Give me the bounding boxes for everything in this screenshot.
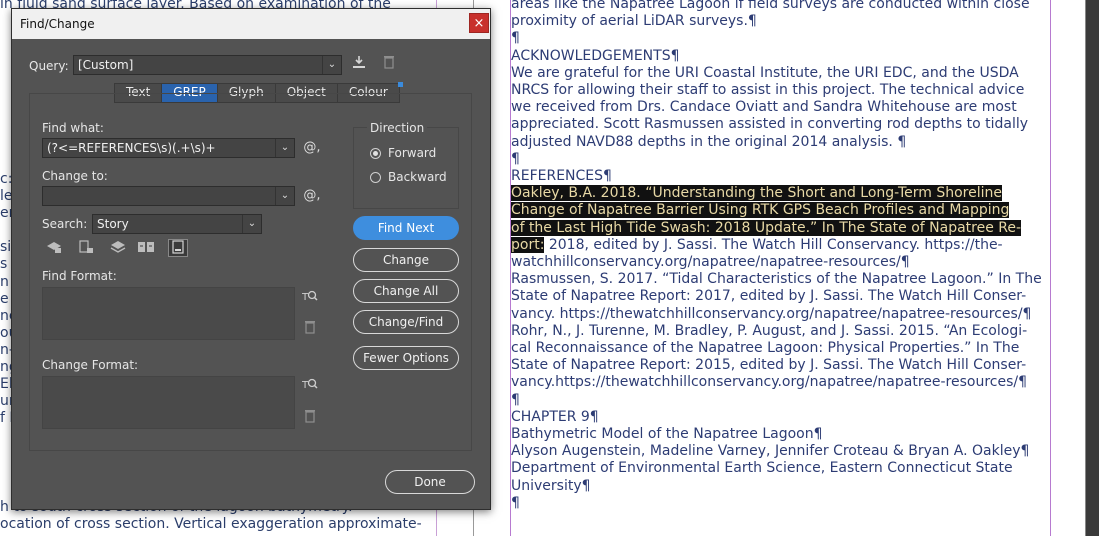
forward-radio[interactable] bbox=[370, 148, 381, 159]
chevron-down-icon: ⌄ bbox=[322, 56, 341, 74]
query-dropdown[interactable]: [Custom] ⌄ bbox=[73, 55, 342, 75]
include-locked-layers-icon[interactable] bbox=[44, 240, 64, 258]
delete-query-icon[interactable] bbox=[379, 55, 399, 75]
text-line: ¶ bbox=[511, 391, 520, 408]
text-line: University¶ bbox=[511, 477, 591, 494]
chevron-down-icon: ⌄ bbox=[242, 215, 261, 233]
save-query-icon[interactable] bbox=[349, 55, 369, 75]
text-line: ¶ bbox=[511, 494, 520, 511]
find-what-input[interactable]: (?<=REFERENCES\s)(.+\s)+ ⌄ bbox=[42, 138, 295, 158]
specify-format-icon[interactable]: T bbox=[300, 288, 320, 308]
query-label: Query: bbox=[29, 59, 69, 73]
text-run: 2018, edited by J. Sassi. The Watch Hill… bbox=[544, 236, 1003, 253]
selected-text[interactable]: Oakley, B.A. 2018. “Understanding the Sh… bbox=[511, 185, 1002, 202]
text-line: NRCS for allowing their staff to assist … bbox=[511, 82, 1025, 99]
backward-radio[interactable] bbox=[370, 172, 381, 183]
close-icon: × bbox=[473, 16, 485, 31]
pasteboard-dark-strip bbox=[1086, 0, 1099, 536]
text-line: vancy.https://thewatchhillconservancy.or… bbox=[511, 374, 1028, 391]
text-line: we received from Drs. Candace Oviatt and… bbox=[511, 99, 1017, 116]
include-master-pages-icon[interactable] bbox=[136, 240, 156, 258]
search-scope-value: Story bbox=[97, 217, 129, 231]
direction-group bbox=[353, 127, 459, 209]
chevron-down-icon: ⌄ bbox=[275, 139, 294, 157]
text-line: Bathymetric Model of the Napatree Lagoon… bbox=[511, 426, 823, 443]
include-footnotes-icon[interactable] bbox=[168, 239, 188, 257]
text-line: cal Reconnaissance of the Napatree Lagoo… bbox=[511, 340, 1020, 357]
at-symbol: @, bbox=[303, 140, 321, 155]
done-button[interactable]: Done bbox=[385, 470, 475, 494]
query-value: [Custom] bbox=[78, 58, 134, 72]
left-page-line: si bbox=[0, 239, 12, 255]
chevron-down-icon: ⌄ bbox=[275, 187, 294, 205]
selected-text[interactable]: port: bbox=[511, 236, 545, 253]
find-what-value: (?<=REFERENCES\s)(.+\s)+ bbox=[47, 141, 216, 155]
find-change-dialog: Find/Change × Query: [Custom] ⌄ Text GRE… bbox=[11, 8, 491, 510]
left-page-line: ocation of cross section. Vertical exagg… bbox=[0, 516, 422, 532]
fewer-options-button[interactable]: Fewer Options bbox=[353, 346, 459, 370]
text-line: Alyson Augenstein, Madeline Varney, Jenn… bbox=[511, 443, 1030, 460]
text-line: of the Last High Tide Swash: 2018 Update… bbox=[511, 219, 1051, 237]
change-button[interactable]: Change bbox=[353, 248, 459, 272]
text-line: We are grateful for the URI Coastal Inst… bbox=[511, 64, 1019, 81]
search-label: Search: bbox=[42, 217, 88, 231]
search-scope-dropdown[interactable]: Story ⌄ bbox=[92, 214, 262, 234]
include-hidden-layers-icon[interactable] bbox=[108, 240, 128, 258]
text-line: ¶ bbox=[511, 150, 520, 167]
backward-label: Backward bbox=[388, 170, 447, 184]
text-line: Department of Environmental Earth Scienc… bbox=[511, 460, 1013, 477]
change-all-button[interactable]: Change All bbox=[353, 279, 459, 303]
text-line: proximity of aerial LiDAR surveys.¶ bbox=[511, 13, 757, 30]
text-line: adjusted NAVD88 depths in the original 2… bbox=[511, 133, 907, 150]
change-format-label: Change Format: bbox=[42, 358, 139, 372]
right-document-page: areas like the Napatree Lagoon if field … bbox=[474, 0, 1086, 536]
tab-indicator bbox=[397, 82, 403, 87]
selected-text[interactable]: Change of Napatree Barrier Using RTK GPS… bbox=[511, 202, 1010, 219]
change-to-label: Change to: bbox=[42, 169, 108, 183]
text-line: port: 2018, edited by J. Sassi. The Watc… bbox=[511, 236, 1051, 254]
svg-text:T: T bbox=[302, 292, 309, 303]
text-line: watchhillconservancy.org/napatree/napatr… bbox=[511, 254, 910, 271]
text-line: State of Napatree Report: 2017, edited b… bbox=[511, 288, 1027, 305]
text-line: vancy. https://thewatchhillconservancy.o… bbox=[511, 305, 1032, 322]
find-what-label: Find what: bbox=[42, 121, 104, 135]
clear-format-icon[interactable] bbox=[300, 320, 320, 340]
text-line: Change of Napatree Barrier Using RTK GPS… bbox=[511, 202, 1051, 219]
text-line: Rohr, N., J. Turenne, M. Bradley, P. Aug… bbox=[511, 322, 1028, 339]
selected-text[interactable]: of the Last High Tide Swash: 2018 Update… bbox=[511, 219, 1022, 236]
clear-format-icon[interactable] bbox=[300, 409, 320, 429]
dialog-title: Find/Change bbox=[20, 17, 95, 31]
direction-label: Direction bbox=[367, 121, 428, 135]
close-button[interactable]: × bbox=[469, 13, 489, 33]
include-locked-stories-icon[interactable] bbox=[76, 240, 96, 258]
story-text[interactable]: areas like the Napatree Lagoon if field … bbox=[511, 0, 1051, 512]
text-line: ACKNOWLEDGEMENTS¶ bbox=[511, 47, 680, 64]
text-line: REFERENCES¶ bbox=[511, 168, 612, 185]
text-line: appreciated. Scott Rasmussen assisted in… bbox=[511, 116, 1029, 133]
specify-format-icon[interactable]: T bbox=[300, 376, 320, 396]
change-to-input[interactable]: ⌄ bbox=[42, 186, 295, 206]
text-line: ¶ bbox=[511, 30, 520, 47]
text-line: Rasmussen, S. 2017. “Tidal Characteristi… bbox=[511, 271, 1042, 288]
forward-label: Forward bbox=[388, 146, 437, 160]
at-symbol: @, bbox=[303, 188, 321, 203]
special-characters-icon[interactable]: @, bbox=[302, 186, 322, 206]
text-line: areas like the Napatree Lagoon if field … bbox=[511, 0, 1030, 12]
svg-text:T: T bbox=[302, 380, 309, 391]
left-page-line: s bbox=[0, 256, 8, 272]
find-next-button[interactable]: Find Next bbox=[353, 216, 459, 240]
find-format-label: Find Format: bbox=[42, 269, 117, 283]
text-line: CHAPTER 9¶ bbox=[511, 408, 599, 425]
text-line: Oakley, B.A. 2018. “Understanding the Sh… bbox=[511, 185, 1051, 202]
text-line: State of Napatree Report: 2015, edited b… bbox=[511, 357, 1027, 374]
change-format-box[interactable] bbox=[42, 376, 295, 429]
left-page-line: n bbox=[0, 274, 9, 290]
find-format-box[interactable] bbox=[42, 287, 295, 340]
special-characters-icon[interactable]: @, bbox=[302, 138, 322, 158]
dialog-titlebar[interactable]: Find/Change × bbox=[12, 9, 490, 39]
change-find-button[interactable]: Change/Find bbox=[353, 310, 459, 334]
